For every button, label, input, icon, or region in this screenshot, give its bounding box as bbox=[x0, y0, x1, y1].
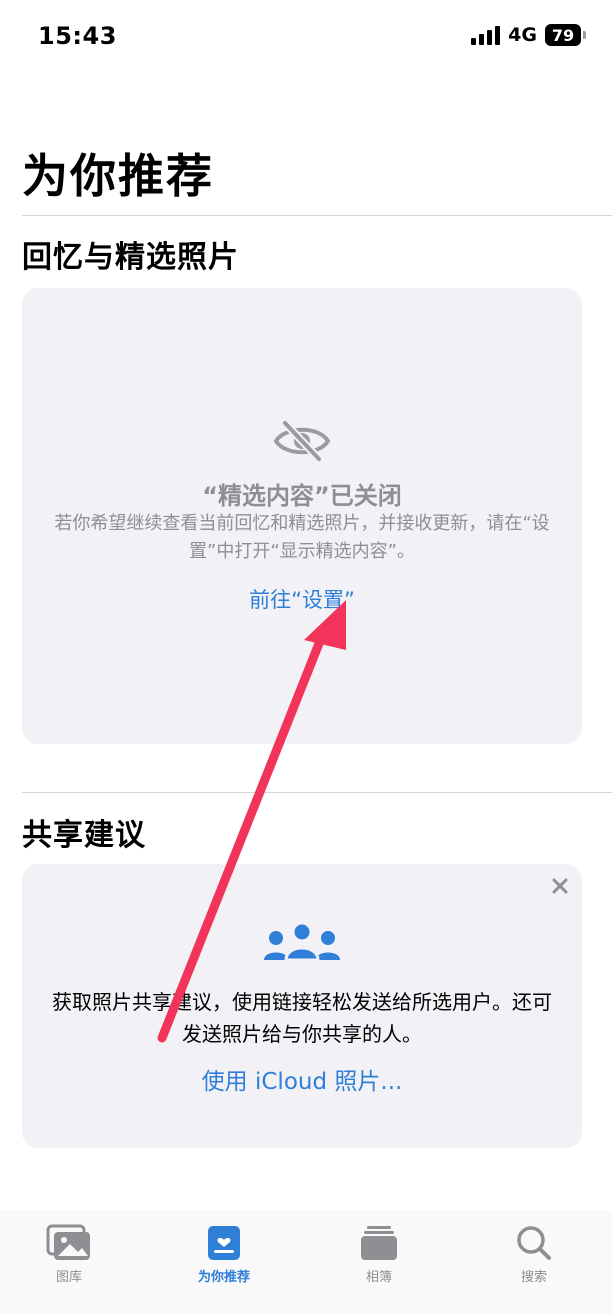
tab-bar: 图库 为你推荐 相簿 搜索 bbox=[0, 1210, 612, 1314]
network-type: 4G bbox=[508, 24, 537, 46]
battery-level: 79 bbox=[545, 24, 581, 46]
cellular-signal-icon bbox=[471, 25, 501, 45]
tab-library[interactable]: 图库 bbox=[14, 1224, 124, 1294]
divider bbox=[22, 215, 612, 216]
featured-off-title: “精选内容”已关闭 bbox=[202, 482, 402, 510]
sharing-section-title: 共享建议 bbox=[22, 818, 146, 853]
featured-content-off-card: “精选内容”已关闭 若你希望继续查看当前回忆和精选照片，并接收更新，请在“设置”… bbox=[22, 288, 582, 744]
photo-library-icon bbox=[46, 1224, 90, 1260]
go-to-settings-link[interactable]: 前往“设置” bbox=[22, 584, 582, 614]
tab-for-you-label: 为你推荐 bbox=[197, 1270, 250, 1285]
tab-search-label: 搜索 bbox=[520, 1270, 547, 1285]
albums-icon bbox=[361, 1226, 397, 1260]
eye-slash-icon bbox=[273, 420, 331, 462]
status-time: 15:43 bbox=[38, 22, 117, 50]
status-indicators: 4G 79 bbox=[471, 24, 586, 46]
page-title: 为你推荐 bbox=[22, 149, 214, 203]
sharing-suggestions-card: 获取照片共享建议，使用链接轻松发送给所选用户。还可发送照片给与你共享的人。 使用… bbox=[22, 864, 582, 1148]
tab-search[interactable]: 搜索 bbox=[479, 1224, 589, 1294]
memories-section-title: 回忆与精选照片 bbox=[22, 240, 239, 275]
tab-library-label: 图库 bbox=[55, 1270, 82, 1285]
for-you-screen: 15:43 4G 79 为你推荐 回忆与精选照片 “精选内容”已关闭 若你希望继… bbox=[0, 0, 612, 1314]
tab-for-you[interactable]: 为你推荐 bbox=[169, 1224, 279, 1294]
for-you-icon bbox=[208, 1226, 240, 1260]
featured-off-description: 若你希望继续查看当前回忆和精选照片，并接收更新，请在“设置”中打开“显示精选内容… bbox=[54, 513, 550, 562]
tab-albums[interactable]: 相簿 bbox=[324, 1224, 434, 1294]
use-icloud-photos-link[interactable]: 使用 iCloud 照片... bbox=[22, 1062, 582, 1096]
divider bbox=[22, 792, 612, 793]
search-icon bbox=[517, 1226, 551, 1260]
battery-icon: 79 bbox=[545, 24, 586, 46]
tab-albums-label: 相簿 bbox=[365, 1270, 392, 1285]
status-bar: 15:43 4G 79 bbox=[0, 0, 612, 72]
sharing-description: 获取照片共享建议，使用链接轻松发送给所选用户。还可发送照片给与你共享的人。 bbox=[52, 990, 552, 1046]
close-icon[interactable] bbox=[550, 876, 570, 896]
people-icon bbox=[264, 921, 340, 962]
